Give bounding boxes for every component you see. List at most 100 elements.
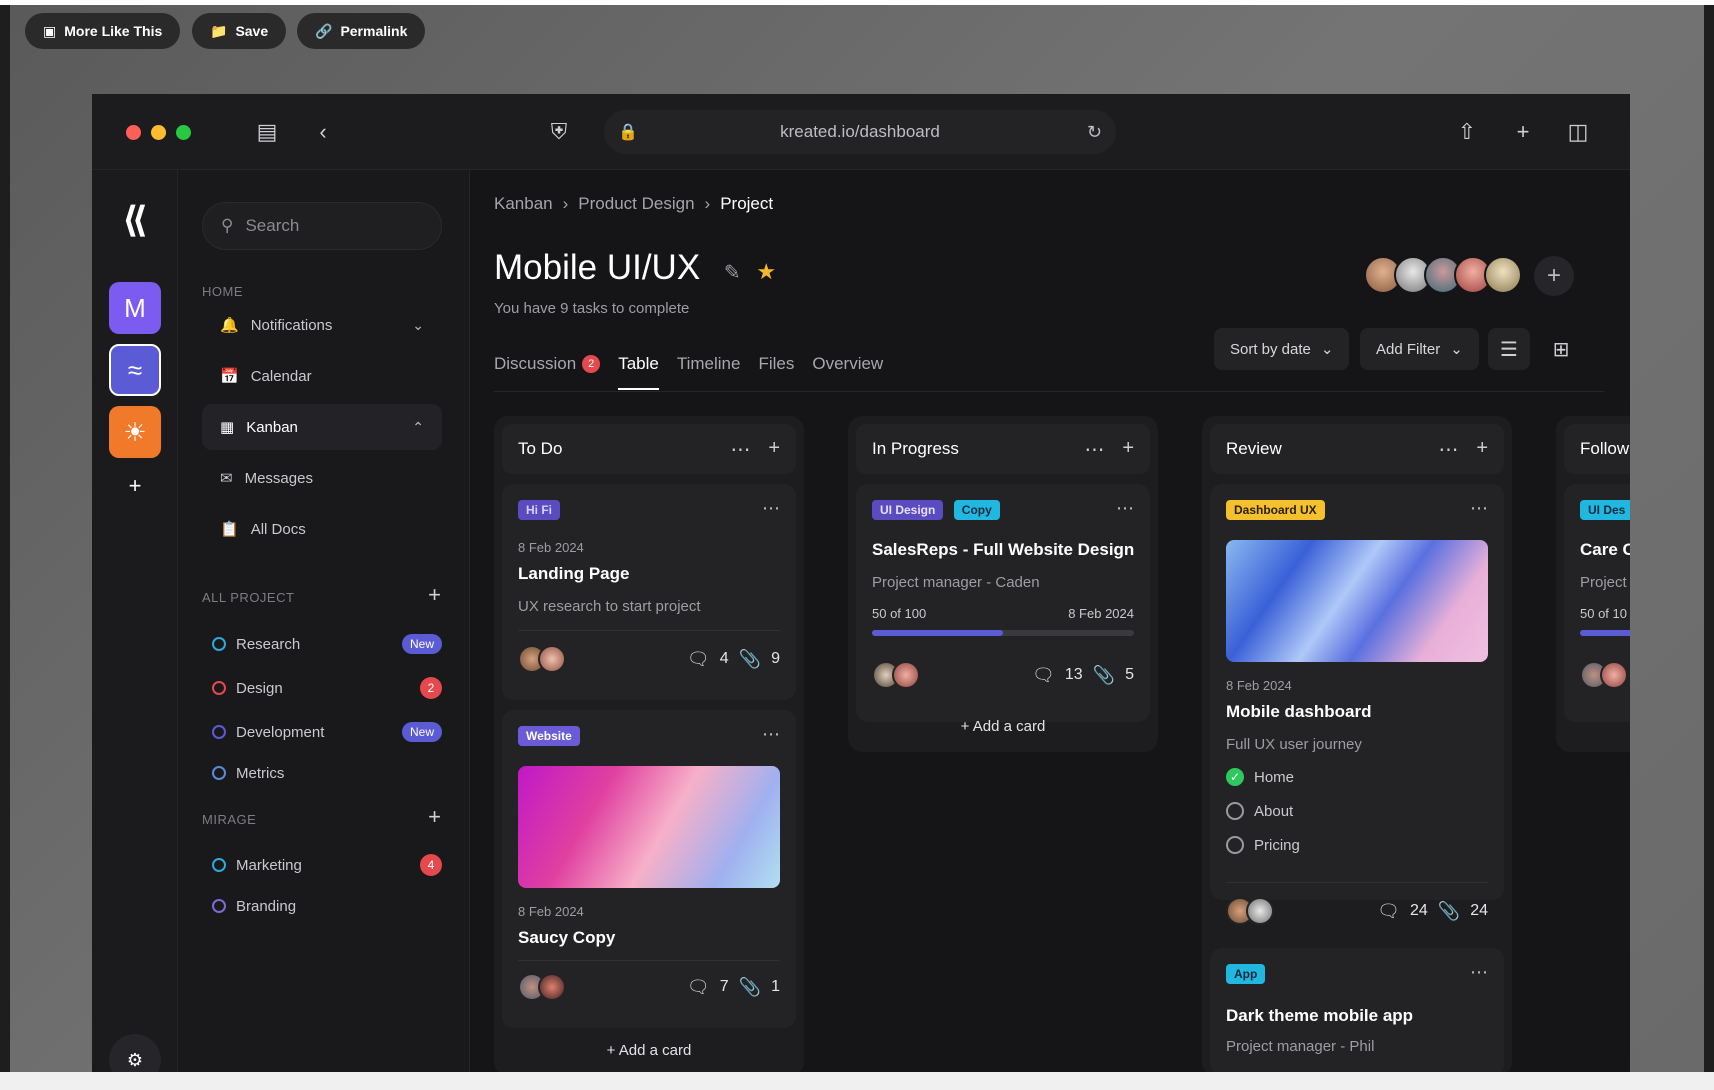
- card-footer: [1580, 660, 1630, 690]
- sidebar-toggle-icon[interactable]: ▤: [254, 119, 280, 145]
- breadcrumb-kanban[interactable]: Kanban: [494, 194, 553, 214]
- checklist-item-about[interactable]: About: [1226, 802, 1293, 820]
- workspace-sun-button[interactable]: ☀: [109, 406, 161, 458]
- avatar[interactable]: [1484, 256, 1522, 294]
- project-development[interactable]: Development New: [212, 718, 442, 746]
- more-icon[interactable]: ⋯: [1438, 437, 1458, 462]
- more-icon[interactable]: ⋯: [1470, 498, 1488, 519]
- close-window-button[interactable]: [126, 125, 141, 140]
- card-saucy-copy[interactable]: Website ⋯ 8 Feb 2024 Saucy Copy 🗨 7 📎 1: [502, 710, 796, 1028]
- url-bar[interactable]: 🔒 kreated.io/dashboard ↻: [604, 110, 1116, 154]
- more-icon[interactable]: ⋯: [1084, 437, 1104, 462]
- nav-kanban[interactable]: ▦ Kanban ⌃: [202, 404, 442, 450]
- app-logo: ⟪: [122, 199, 148, 240]
- breadcrumb: Kanban › Product Design › Project: [494, 194, 773, 214]
- link-icon: 🔗: [315, 22, 333, 39]
- maximize-window-button[interactable]: [176, 125, 191, 140]
- tab-table[interactable]: Table: [618, 344, 659, 390]
- image-icon: ▣: [43, 22, 57, 39]
- divider: [518, 960, 780, 961]
- add-mirage-button[interactable]: +: [428, 804, 441, 830]
- card-follow[interactable]: UI Des Care C Project 50 of 10: [1564, 484, 1630, 722]
- back-icon[interactable]: ‹: [310, 119, 336, 145]
- tab-timeline[interactable]: Timeline: [677, 344, 741, 384]
- card-landing-page[interactable]: Hi Fi ⋯ 8 Feb 2024 Landing Page UX resea…: [502, 484, 796, 700]
- project-research[interactable]: Research New: [212, 630, 442, 658]
- more-icon[interactable]: ⋯: [1116, 498, 1134, 519]
- tab-overview[interactable]: Overview: [812, 344, 883, 384]
- more-icon[interactable]: ⋯: [762, 724, 780, 745]
- card-subtitle: Project manager - Phil: [1226, 1038, 1375, 1055]
- reload-icon[interactable]: ↻: [1087, 122, 1102, 143]
- nav-messages[interactable]: ✉ Messages: [202, 455, 442, 501]
- project-marketing[interactable]: Marketing 4: [212, 851, 442, 879]
- search-input[interactable]: ⚲ Search: [202, 202, 442, 250]
- card-title: Saucy Copy: [518, 928, 616, 947]
- add-icon[interactable]: +: [768, 437, 780, 462]
- split-view-icon[interactable]: ◫: [1565, 119, 1591, 145]
- more-icon[interactable]: ⋯: [730, 437, 750, 462]
- settings-icon[interactable]: ⚙: [109, 1034, 161, 1072]
- breadcrumb-project: Project: [720, 194, 774, 213]
- filter-dropdown[interactable]: Add Filter ⌄: [1360, 328, 1479, 370]
- workspace-waves-button[interactable]: ≈: [109, 344, 161, 396]
- chevron-right-icon: ›: [704, 194, 711, 213]
- card-dark-theme-app[interactable]: App ⋯ Dark theme mobile app Project mana…: [1210, 948, 1504, 1072]
- card-cover-image: [518, 766, 780, 888]
- add-member-button[interactable]: +: [1534, 256, 1574, 296]
- lock-icon: 🔒: [618, 124, 638, 141]
- checklist-item-home[interactable]: ✓ Home: [1226, 768, 1294, 786]
- grid-view-icon[interactable]: ⊞: [1540, 328, 1582, 370]
- sidebar: ⚲ Search HOME 🔔 Notifications ⌄ 📅 Calend…: [178, 170, 470, 1072]
- column-todo: To Do ⋯ + Hi Fi ⋯ 8 Feb 2024 Landing Pag…: [494, 416, 804, 1072]
- nav-notifications[interactable]: 🔔 Notifications ⌄: [202, 302, 442, 348]
- card-subtitle: Project: [1580, 574, 1627, 591]
- nav-calendar[interactable]: 📅 Calendar: [202, 353, 442, 399]
- permalink-button[interactable]: 🔗 Permalink: [297, 13, 426, 49]
- more-icon[interactable]: ⋯: [1470, 962, 1488, 983]
- more-icon[interactable]: ⋯: [762, 498, 780, 519]
- add-card-button[interactable]: + Add a card: [494, 1042, 804, 1059]
- project-metrics[interactable]: Metrics: [212, 759, 442, 787]
- shield-icon[interactable]: ⛨: [546, 119, 572, 145]
- main-content: Kanban › Product Design › Project Mobile…: [470, 170, 1630, 1072]
- edit-icon[interactable]: ✎: [724, 262, 741, 284]
- star-icon[interactable]: ★: [756, 259, 776, 284]
- comment-icon: 🗨: [686, 976, 710, 997]
- add-workspace-button[interactable]: +: [109, 460, 161, 512]
- add-icon[interactable]: +: [1122, 437, 1134, 462]
- project-design[interactable]: Design 2: [212, 674, 442, 702]
- column-header: In Progress ⋯ +: [856, 424, 1150, 474]
- card-mobile-dashboard[interactable]: Dashboard UX ⋯ 8 Feb 2024 Mobile dashboa…: [1210, 484, 1504, 900]
- circle-icon: [212, 766, 226, 780]
- avatar: [538, 645, 566, 673]
- checklist-item-pricing[interactable]: Pricing: [1226, 836, 1300, 854]
- avatar: [1246, 897, 1274, 925]
- sort-dropdown[interactable]: Sort by date ⌄: [1214, 328, 1350, 370]
- minimize-window-button[interactable]: [151, 125, 166, 140]
- tab-files[interactable]: Files: [758, 344, 794, 384]
- circle-icon: [212, 637, 226, 651]
- nav-all-docs[interactable]: 📋 All Docs: [202, 506, 442, 552]
- list-view-icon[interactable]: ☰: [1488, 328, 1530, 370]
- check-icon: ✓: [1226, 768, 1244, 786]
- more-like-this-button[interactable]: ▣ More Like This: [25, 13, 181, 49]
- share-icon[interactable]: ⇧: [1454, 119, 1480, 145]
- breadcrumb-product-design[interactable]: Product Design: [578, 194, 694, 214]
- workspace-m-button[interactable]: M: [109, 282, 161, 334]
- save-button[interactable]: 📁 Save: [192, 13, 287, 49]
- page-title: Mobile UI/UX ✎ ★: [494, 248, 777, 287]
- avatar: [1600, 661, 1628, 689]
- new-tab-icon[interactable]: +: [1510, 119, 1536, 145]
- tab-discussion[interactable]: Discussion 2: [494, 344, 601, 384]
- project-branding[interactable]: Branding: [212, 892, 442, 920]
- add-project-button[interactable]: +: [428, 582, 441, 608]
- paperclip-icon: 📎: [1092, 664, 1116, 685]
- card-salesreps[interactable]: UI Design Copy ⋯ SalesReps - Full Websit…: [856, 484, 1150, 722]
- card-tag: UI Design: [872, 500, 944, 520]
- add-card-button[interactable]: + Add a card: [848, 718, 1158, 735]
- add-icon[interactable]: +: [1476, 437, 1488, 462]
- folder-icon: 📁: [210, 22, 228, 39]
- plus-icon: +: [960, 718, 970, 735]
- card-footer-wrap: 🗨 24 📎 24: [1210, 882, 1504, 938]
